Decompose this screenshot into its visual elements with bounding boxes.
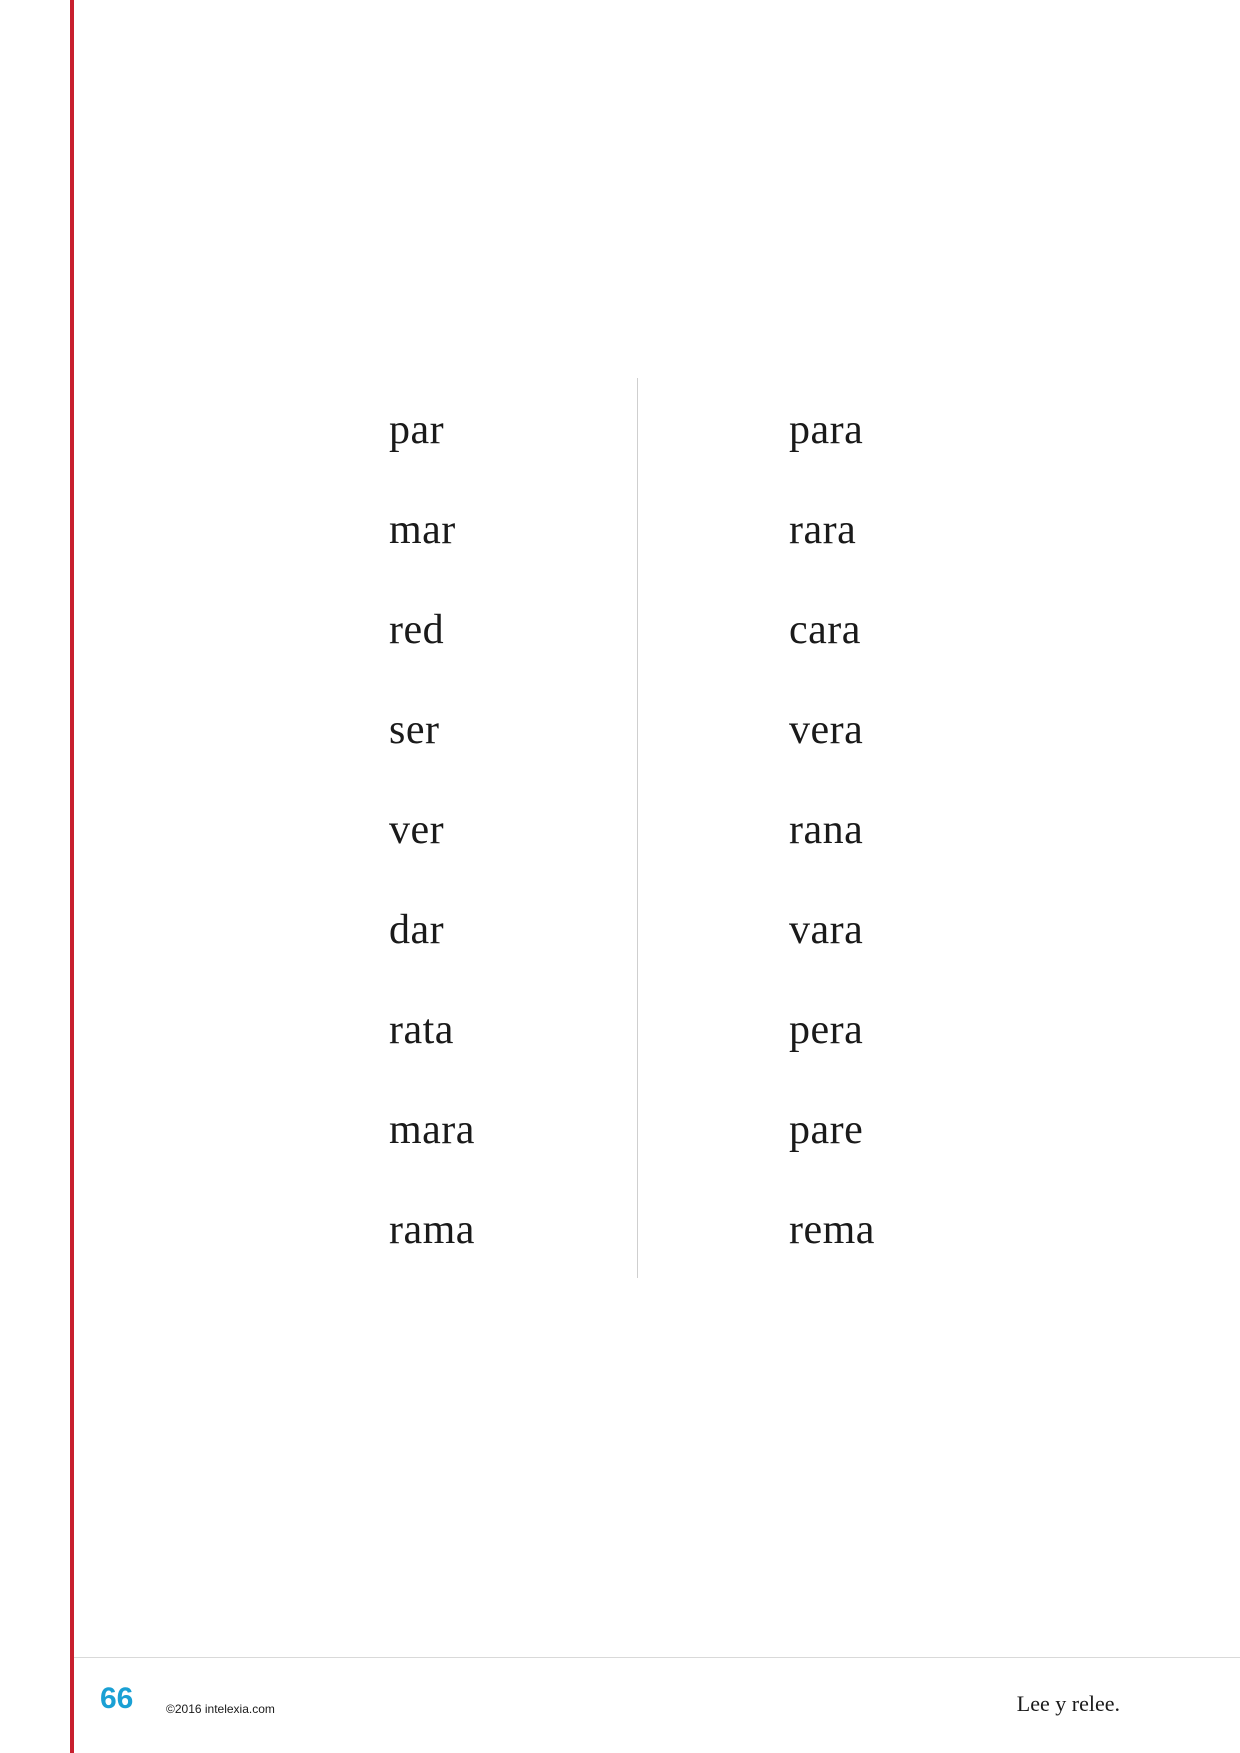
word-item: rema [789,1207,875,1253]
word-column-right: para rara cara vera rana vara pera pare … [789,380,875,1280]
word-item: cara [789,607,861,653]
word-list: par mar red ser ver dar rata mara rama p… [0,380,1240,1280]
word-item: para [789,407,864,453]
word-item: rana [789,807,864,853]
word-item: pera [789,1007,864,1053]
footer-divider [74,1657,1240,1658]
word-column-left: par mar red ser ver dar rata mara rama [389,380,475,1280]
word-item: par [389,407,445,453]
word-item: pare [789,1107,864,1153]
column-divider [637,378,638,1278]
page-number: 66 [100,1682,134,1715]
word-item: red [389,607,445,653]
word-item: dar [389,907,445,953]
word-item: ser [389,707,440,753]
word-item: mar [389,507,456,553]
word-item: rama [389,1207,475,1253]
word-item: rara [789,507,857,553]
word-item: mara [389,1107,475,1153]
instruction-text: Lee y relee. [1016,1691,1120,1716]
word-item: vera [789,707,864,753]
word-item: rata [389,1007,454,1053]
word-item: vara [789,907,864,953]
word-item: ver [389,807,445,853]
copyright-text: ©2016 intelexia.com [166,1702,275,1716]
